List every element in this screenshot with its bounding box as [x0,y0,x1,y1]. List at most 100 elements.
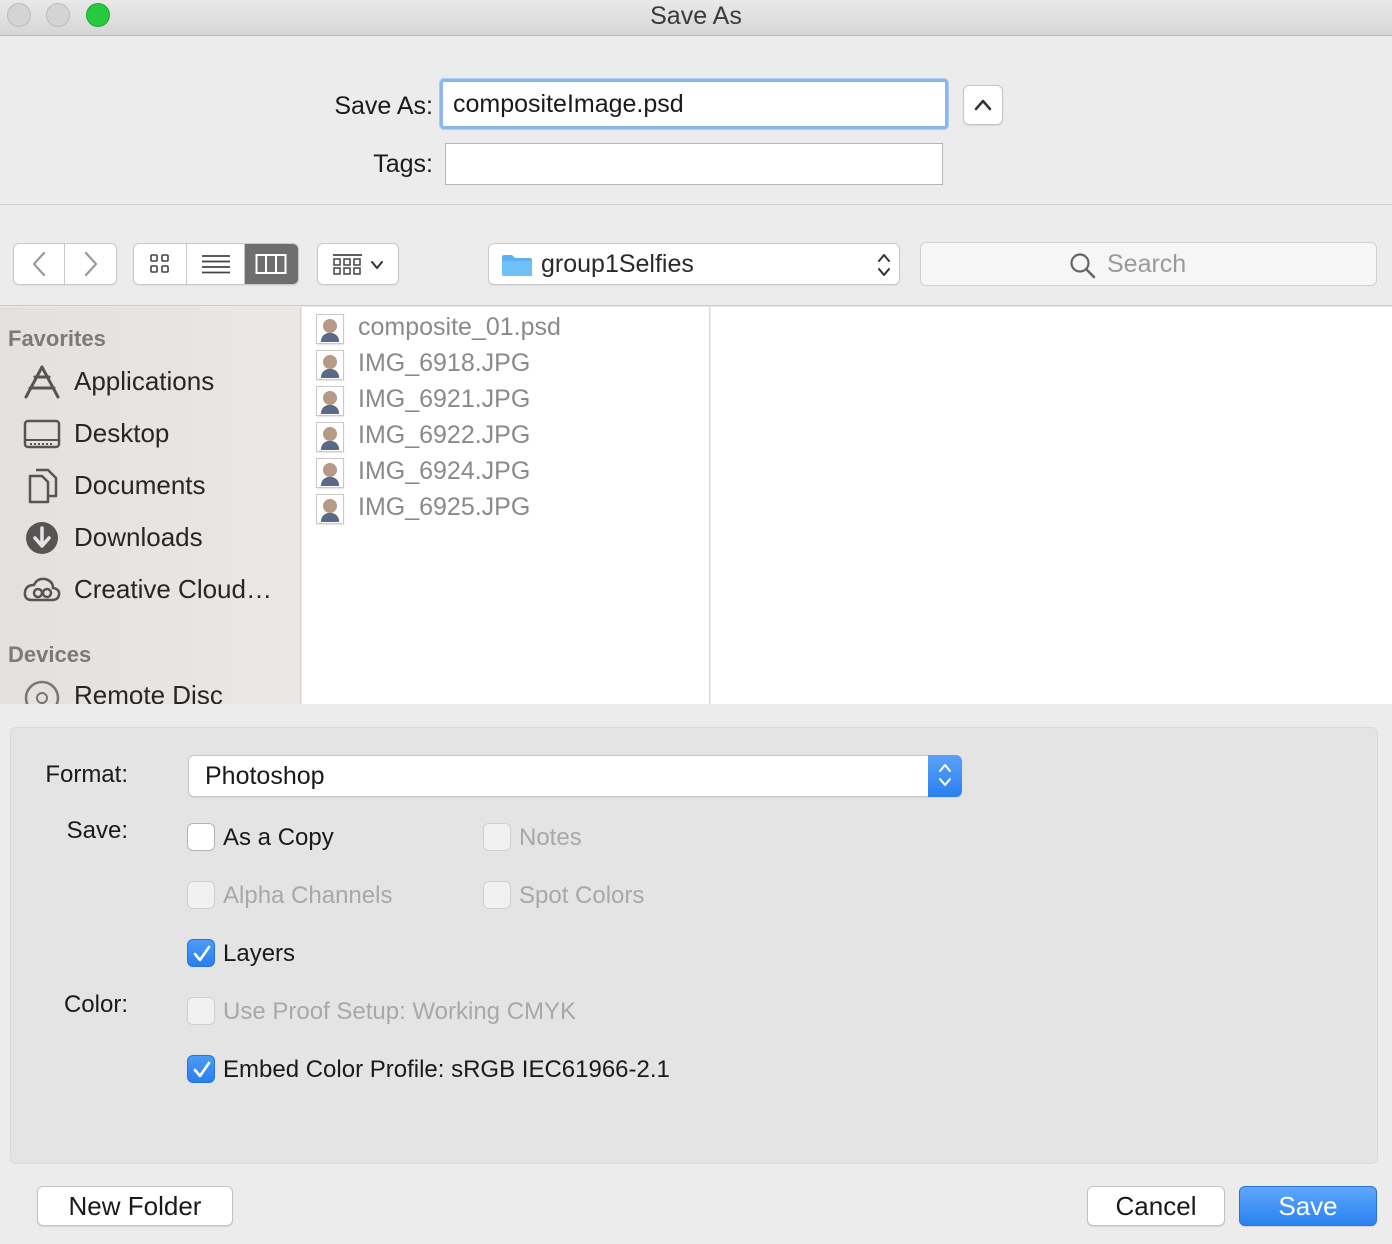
tags-label: Tags: [373,150,433,178]
search-icon [1070,253,1096,279]
up-down-arrows-icon [939,764,951,786]
desktop-icon [23,419,61,449]
save-as-input[interactable]: compositeImage.psd [440,79,948,129]
file-name: IMG_6925.JPG [358,493,531,521]
list-view-button[interactable] [187,244,245,284]
browser-toolbar: group1Selfies Search [0,206,1392,306]
list-view-icon [201,255,230,274]
spot-colors-checkbox[interactable] [483,881,511,909]
preview-column [711,307,1392,704]
creative-cloud-icon [23,577,61,602]
devices-header: Devices [8,642,92,667]
sidebar-item-label: Documents [74,470,206,500]
sidebar-item-label: Remote Disc [74,680,223,704]
filename-area: Save As: compositeImage.psd Tags: [0,37,1392,205]
cancel-button[interactable]: Cancel [1087,1186,1225,1226]
forward-button[interactable] [65,244,116,284]
file-row[interactable]: IMG_6918.JPG [302,346,710,382]
current-folder-name: group1Selfies [541,250,694,278]
file-thumbnail-icon [316,422,344,452]
downloads-icon [26,522,58,554]
search-field[interactable]: Search [920,242,1377,286]
notes-checkbox[interactable] [483,823,511,851]
use-proof-setup-label: Use Proof Setup: Working CMYK [223,998,577,1025]
checkmark-icon [193,945,211,962]
arrange-menu-button[interactable] [317,243,399,285]
layers-checkbox[interactable] [187,939,215,967]
sidebar-item-desktop[interactable]: Desktop [22,412,297,456]
file-column: composite_01.psd IMG_6918.JPG IMG_6921.J… [302,307,710,704]
file-row[interactable]: IMG_6925.JPG [302,490,710,526]
format-label: Format: [45,761,128,788]
file-row[interactable]: IMG_6922.JPG [302,418,710,454]
location-popup[interactable]: group1Selfies [488,243,900,285]
format-select[interactable]: Photoshop [188,755,962,797]
file-name: IMG_6918.JPG [358,349,531,377]
chevron-down-icon [371,261,383,269]
as-a-copy-checkbox[interactable] [187,823,215,851]
sidebar-item-remote-disc[interactable]: Remote Disc [22,674,297,704]
save-as-label: Save As: [334,92,433,120]
file-row[interactable]: IMG_6921.JPG [302,382,710,418]
checkmark-icon [193,1061,211,1078]
group-icon [333,254,362,275]
favorites-header: Favorites [8,326,106,351]
embed-color-profile-label: Embed Color Profile: sRGB IEC61966-2.1 [223,1056,670,1083]
chevron-right-icon [84,251,97,277]
new-folder-button[interactable]: New Folder [37,1186,233,1226]
layers-label: Layers [223,940,296,967]
color-label: Color: [63,991,128,1018]
file-name: IMG_6922.JPG [358,421,531,449]
search-placeholder: Search [1107,250,1187,278]
up-down-arrows-icon [878,254,890,276]
documents-icon [28,468,58,504]
folder-icon [502,255,532,276]
window-title: Save As [650,2,742,30]
sidebar-item-downloads[interactable]: Downloads [22,516,297,560]
file-thumbnail-icon [316,386,344,416]
chevron-left-icon [32,251,46,277]
sidebar-item-applications[interactable]: Applications [22,360,297,404]
sidebar-item-documents[interactable]: Documents [22,464,297,508]
column-view-icon [255,254,287,274]
notes-label: Notes [519,824,582,851]
icon-view-icon [150,254,169,273]
save-options-panel: Format: Photoshop Save: As a Copy Notes … [10,727,1378,1164]
format-stepper [928,755,962,797]
save-button[interactable]: Save [1239,1186,1377,1226]
collapse-browser-button[interactable] [963,85,1003,125]
title-bar: Save As [0,0,1392,36]
file-thumbnail-icon [316,494,344,524]
file-row[interactable]: composite_01.psd [302,310,710,346]
tags-input[interactable] [445,143,943,185]
alpha-channels-checkbox[interactable] [187,881,215,909]
back-forward-control [13,243,117,285]
embed-color-profile-checkbox[interactable] [187,1055,215,1083]
column-view-button[interactable] [244,244,298,284]
chevron-up-icon [974,99,992,111]
file-thumbnail-icon [316,458,344,488]
file-name: IMG_6924.JPG [358,457,531,485]
as-a-copy-label: As a Copy [223,824,334,851]
use-proof-setup-checkbox[interactable] [187,997,215,1025]
sidebar-item-label: Applications [74,366,215,396]
back-button[interactable] [14,244,66,284]
icon-view-button[interactable] [134,244,188,284]
applications-icon [24,365,60,399]
disc-icon [24,680,60,704]
spot-colors-label: Spot Colors [519,882,645,909]
save-label: Save: [66,817,128,844]
alpha-channels-label: Alpha Channels [223,882,393,909]
sidebar-item-label: Downloads [74,522,203,552]
format-value: Photoshop [205,762,325,790]
sidebar: Favorites Applications Desktop Documents… [0,307,301,704]
file-row[interactable]: IMG_6924.JPG [302,454,710,490]
view-mode-control [133,243,299,285]
file-name: IMG_6921.JPG [358,385,531,413]
sidebar-item-label: Desktop [74,418,170,448]
sidebar-item-creative-cloud[interactable]: Creative Cloud… [22,568,297,612]
file-thumbnail-icon [316,350,344,380]
sidebar-item-label: Creative Cloud… [74,574,272,604]
file-thumbnail-icon [316,314,344,344]
file-name: composite_01.psd [358,313,561,341]
